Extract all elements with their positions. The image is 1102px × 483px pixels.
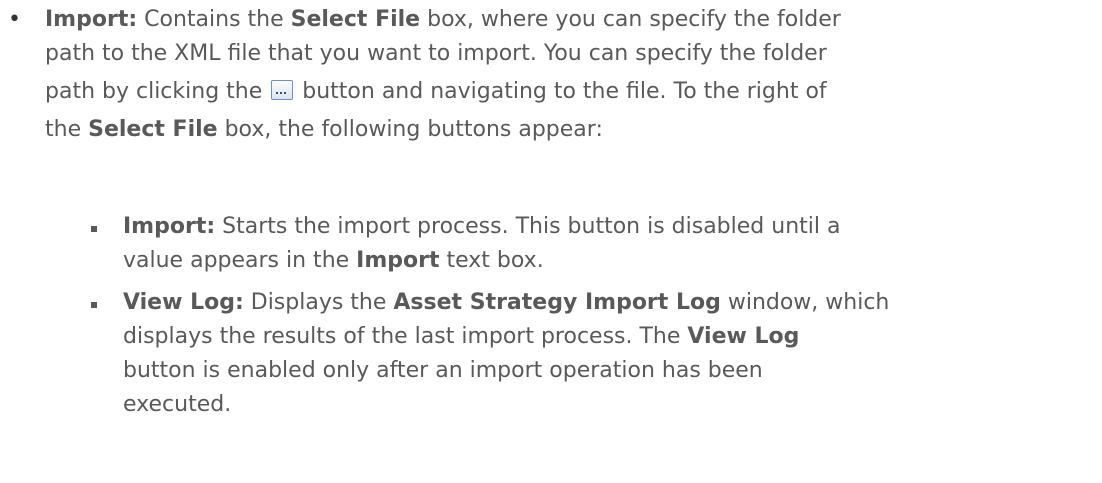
- view-log-term: View Log:: [123, 290, 244, 315]
- document-page: • Import: Contains the Select File box, …: [0, 0, 1102, 483]
- view-log-term: View Log: [687, 324, 800, 349]
- asset-strategy-import-log-term: Asset Strategy Import Log: [393, 290, 721, 315]
- import-button-description: Import: Starts the import process. This …: [123, 210, 1083, 278]
- para-line: path to the XML file that you want to im…: [45, 41, 827, 66]
- para-line: the Select File box, the following butto…: [45, 117, 603, 142]
- para-line: path by clicking the button and navigati…: [45, 79, 827, 104]
- import-textbox-term: Import: [356, 248, 440, 273]
- sub-bullet-square-icon: [91, 226, 97, 232]
- sub-bullet-square-icon: [91, 302, 97, 308]
- sub-line: button is enabled only after an import o…: [123, 358, 763, 383]
- import-term: Import:: [45, 7, 138, 32]
- view-log-button-description: View Log: Displays the Asset Strategy Im…: [123, 286, 1083, 422]
- select-file-term: Select File: [88, 117, 218, 142]
- main-bullet: •: [8, 7, 21, 32]
- import-button-term: Import:: [123, 214, 216, 239]
- sub-line: View Log: Displays the Asset Strategy Im…: [123, 290, 890, 315]
- ellipsis-browse-icon: [271, 80, 294, 100]
- sub-line: Import: Starts the import process. This …: [123, 214, 841, 239]
- sub-line: value appears in the Import text box.: [123, 248, 544, 273]
- sub-line: displays the results of the last import …: [123, 324, 800, 349]
- select-file-term: Select File: [290, 7, 421, 32]
- sub-line: executed.: [123, 392, 232, 417]
- para-line: Import: Contains the Select File box, wh…: [45, 7, 841, 32]
- import-description-paragraph: Import: Contains the Select File box, wh…: [45, 3, 1095, 147]
